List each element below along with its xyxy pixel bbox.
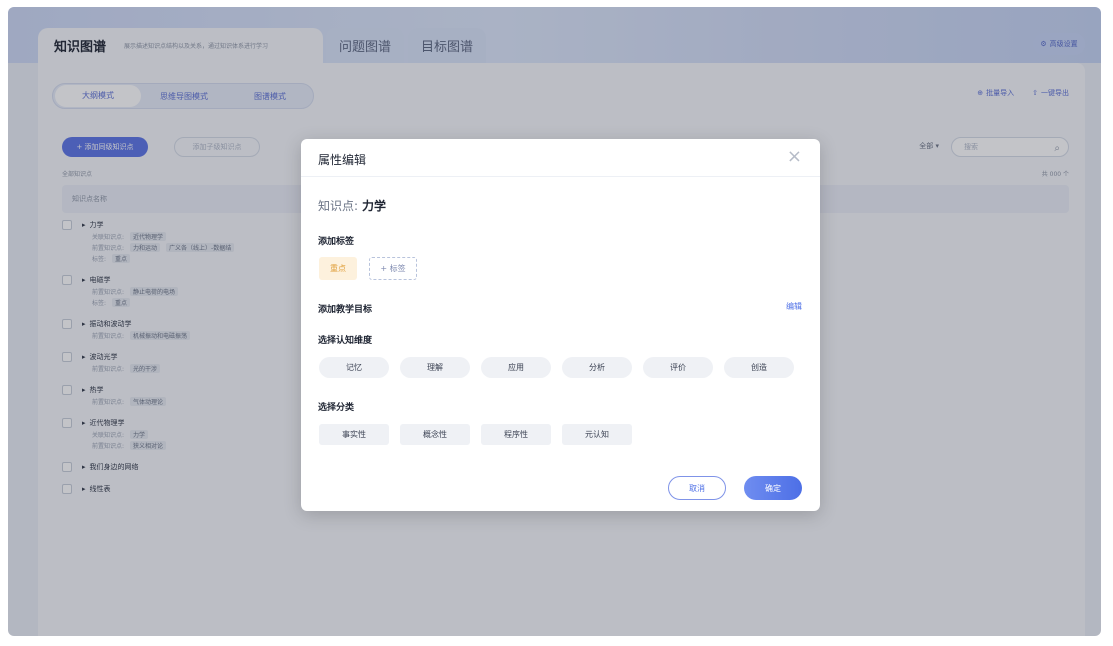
add-tag-title: 添加标签	[318, 237, 355, 247]
cognitive-options: 记忆 理解 应用 分析 评价 创造	[319, 357, 794, 378]
category-option-metacognitive[interactable]: 元认知	[562, 424, 632, 445]
cognitive-option-remember[interactable]: 记忆	[319, 357, 389, 378]
cognitive-option-apply[interactable]: 应用	[481, 357, 551, 378]
add-tag-button[interactable]: + 标签	[369, 257, 417, 280]
cancel-button[interactable]: 取消	[668, 476, 726, 500]
cognitive-option-understand[interactable]: 理解	[400, 357, 470, 378]
cognitive-option-evaluate[interactable]: 评价	[643, 357, 713, 378]
dialog-title: 属性编辑	[318, 153, 367, 167]
cognitive-dimension-title: 选择认知维度	[318, 336, 373, 346]
category-option-conceptual[interactable]: 概念性	[400, 424, 470, 445]
category-title: 选择分类	[318, 403, 355, 413]
edit-link[interactable]: 编辑	[786, 301, 802, 312]
confirm-button[interactable]: 确定	[744, 476, 802, 500]
knowledge-point-line: 知识点: 力学	[318, 197, 386, 214]
cognitive-option-analyze[interactable]: 分析	[562, 357, 632, 378]
tag-chip[interactable]: 重点	[319, 257, 357, 280]
teaching-goal-title: 添加教学目标	[318, 305, 373, 315]
category-options: 事实性 概念性 程序性 元认知	[319, 424, 632, 445]
dialog-header: 属性编辑 ×	[301, 139, 820, 177]
knowledge-point-label: 知识点:	[318, 199, 359, 213]
category-option-factual[interactable]: 事实性	[319, 424, 389, 445]
close-icon[interactable]: ×	[787, 147, 802, 167]
category-option-procedural[interactable]: 程序性	[481, 424, 551, 445]
knowledge-point-value: 力学	[362, 199, 387, 213]
cognitive-option-create[interactable]: 创造	[724, 357, 794, 378]
property-edit-dialog: 属性编辑 × 知识点: 力学 添加标签 重点 + 标签 添加教学目标 编辑 选择认…	[301, 139, 820, 511]
